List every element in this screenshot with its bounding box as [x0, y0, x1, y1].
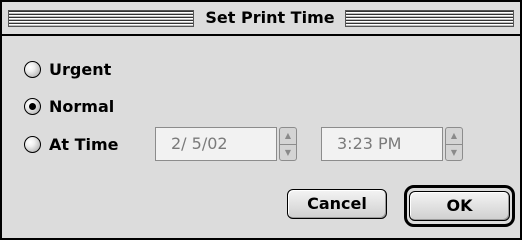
date-down-arrow-icon[interactable]: ▼ — [280, 145, 296, 161]
at-time-label[interactable]: At Time — [49, 135, 119, 154]
urgent-option[interactable]: Urgent — [24, 60, 111, 79]
date-up-arrow-icon[interactable]: ▲ — [280, 128, 296, 145]
urgent-label[interactable]: Urgent — [49, 60, 111, 79]
selected-dot-icon — [29, 103, 36, 110]
normal-option[interactable]: Normal — [24, 97, 114, 116]
cancel-button[interactable]: Cancel — [287, 189, 387, 219]
set-print-time-dialog: Set Print Time Urgent Normal At Time 2/ … — [0, 0, 522, 240]
at-time-radio-icon[interactable] — [24, 136, 41, 153]
time-field[interactable]: 3:23 PM — [321, 127, 443, 161]
date-stepper[interactable]: ▲ ▼ — [279, 127, 297, 161]
ok-button[interactable]: OK — [409, 191, 510, 221]
title-stripes-left — [8, 10, 194, 27]
time-stepper[interactable]: ▲ ▼ — [445, 127, 463, 161]
title-stripes-right — [345, 10, 514, 27]
title-bar[interactable]: Set Print Time — [2, 2, 520, 36]
time-up-arrow-icon[interactable]: ▲ — [446, 128, 462, 145]
dialog-title: Set Print Time — [205, 8, 335, 27]
date-field[interactable]: 2/ 5/02 — [155, 127, 277, 161]
at-time-option[interactable]: At Time — [24, 135, 119, 154]
urgent-radio-icon[interactable] — [24, 61, 41, 78]
time-down-arrow-icon[interactable]: ▼ — [446, 145, 462, 161]
normal-label[interactable]: Normal — [49, 97, 114, 116]
normal-radio-icon[interactable] — [24, 98, 41, 115]
